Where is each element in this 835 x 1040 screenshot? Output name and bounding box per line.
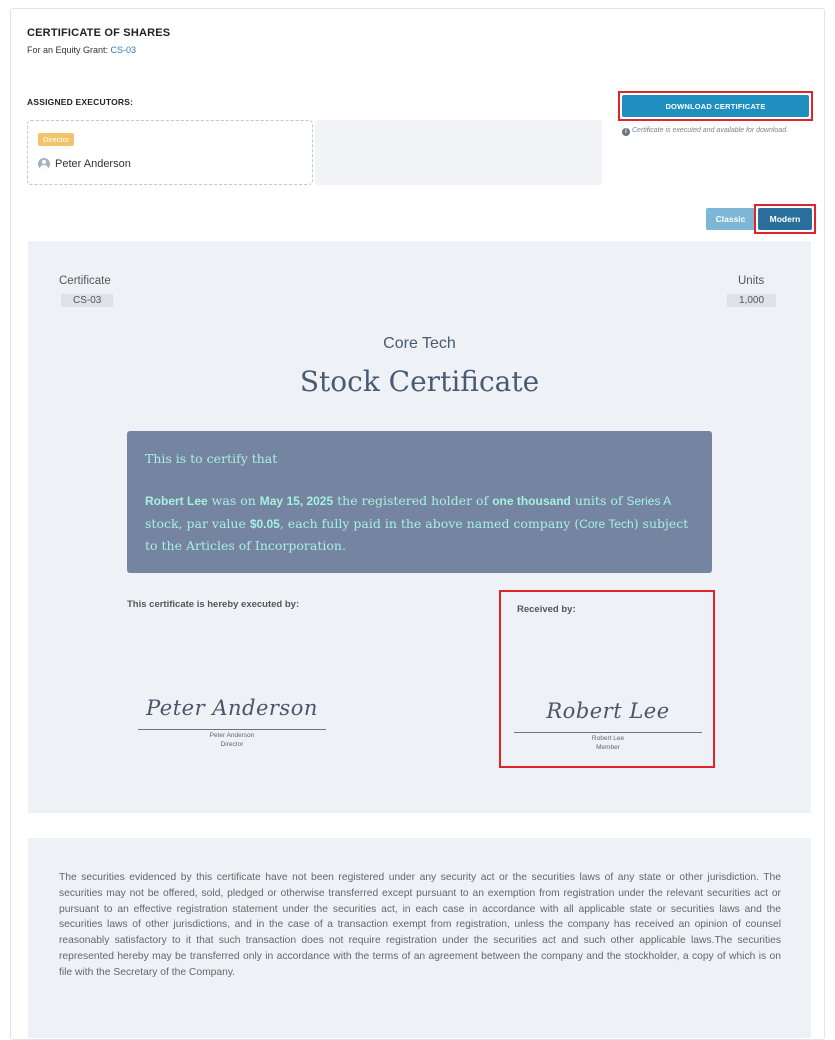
signature-line [138, 729, 326, 730]
executor-placeholder-panel [315, 120, 602, 185]
download-certificate-button[interactable]: DOWNLOAD CERTIFICATE [622, 95, 809, 117]
statement-text: units of [570, 493, 627, 508]
executor-signature-role: Director [220, 741, 244, 748]
company-name: Core Tech [383, 335, 456, 352]
download-note: i Certificate is executed and available f… [622, 126, 802, 136]
statement-text: stock, par value [145, 515, 250, 531]
receiver-signature-block: Robert Lee Robert Lee Member [514, 699, 702, 751]
restrictive-legend-panel: The securities evidenced by this certifi… [28, 838, 811, 1038]
info-icon: i [622, 128, 630, 136]
statement-body: Robert Lee was on May 15, 2025 the regis… [145, 490, 700, 557]
units-value: 1,000 [727, 294, 777, 307]
modern-style-button[interactable]: Modern [758, 208, 812, 230]
statement-intro: This is to certify that [145, 451, 278, 466]
units-words: one thousand [492, 494, 571, 508]
receiver-signature-name: Robert Lee [591, 735, 625, 742]
classic-style-button[interactable]: Classic [706, 208, 755, 230]
units-label: Units [738, 275, 765, 287]
par-value: $0.05 [249, 516, 280, 531]
grant-id-link[interactable]: CS-03 [111, 45, 137, 55]
executor-name: Peter Anderson [55, 158, 131, 170]
certification-statement: This is to certify that Robert Lee was o… [127, 431, 712, 573]
assigned-executors-heading: ASSIGNED EXECUTORS: [27, 97, 134, 107]
download-highlight: DOWNLOAD CERTIFICATE [618, 91, 813, 121]
certificate-value: CS-03 [61, 294, 114, 307]
subtitle-prefix: For an Equity Grant: [27, 45, 111, 55]
download-note-text: Certificate is executed and available fo… [632, 127, 789, 134]
certificate-title: Stock Certificate [299, 365, 540, 398]
statement-text: the registered holder of [333, 493, 493, 508]
role-badge: Director [38, 133, 75, 146]
statement-text: , each fully paid in the above named com… [279, 515, 580, 531]
user-avatar-icon [38, 158, 50, 170]
executed-by-label: This certificate is hereby executed by: [127, 599, 300, 610]
executor-signature-block: Peter Anderson Peter Anderson Director [138, 696, 326, 748]
executor-card: Director Peter Anderson [27, 120, 313, 185]
share-series: Series A [626, 494, 672, 508]
received-by-highlight: Received by: Robert Lee Robert Lee Membe… [499, 590, 715, 768]
receiver-signature-role: Member [596, 744, 620, 751]
statement-text: was on [207, 493, 260, 508]
executor-signature-name: Peter Anderson [209, 732, 255, 739]
page-subtitle: For an Equity Grant: CS-03 [27, 45, 136, 55]
received-by-label: Received by: [517, 604, 576, 615]
page-title: CERTIFICATE OF SHARES [27, 27, 171, 39]
restrictive-legend-text: The securities evidenced by this certifi… [59, 872, 781, 978]
signature-line [514, 732, 702, 733]
registration-date: May 15, 2025 [259, 494, 334, 508]
executor-signature: Peter Anderson [146, 696, 318, 720]
executor-person: Peter Anderson [38, 158, 131, 170]
company-inline: Core Tech [579, 516, 634, 531]
modern-highlight: Modern [754, 204, 816, 234]
holder-name: Robert Lee [145, 494, 208, 508]
certificate-preview: Certificate CS-03 Units 1,000 Core Tech … [28, 241, 811, 813]
certificate-label: Certificate [59, 275, 111, 287]
receiver-signature: Robert Lee [546, 699, 670, 723]
